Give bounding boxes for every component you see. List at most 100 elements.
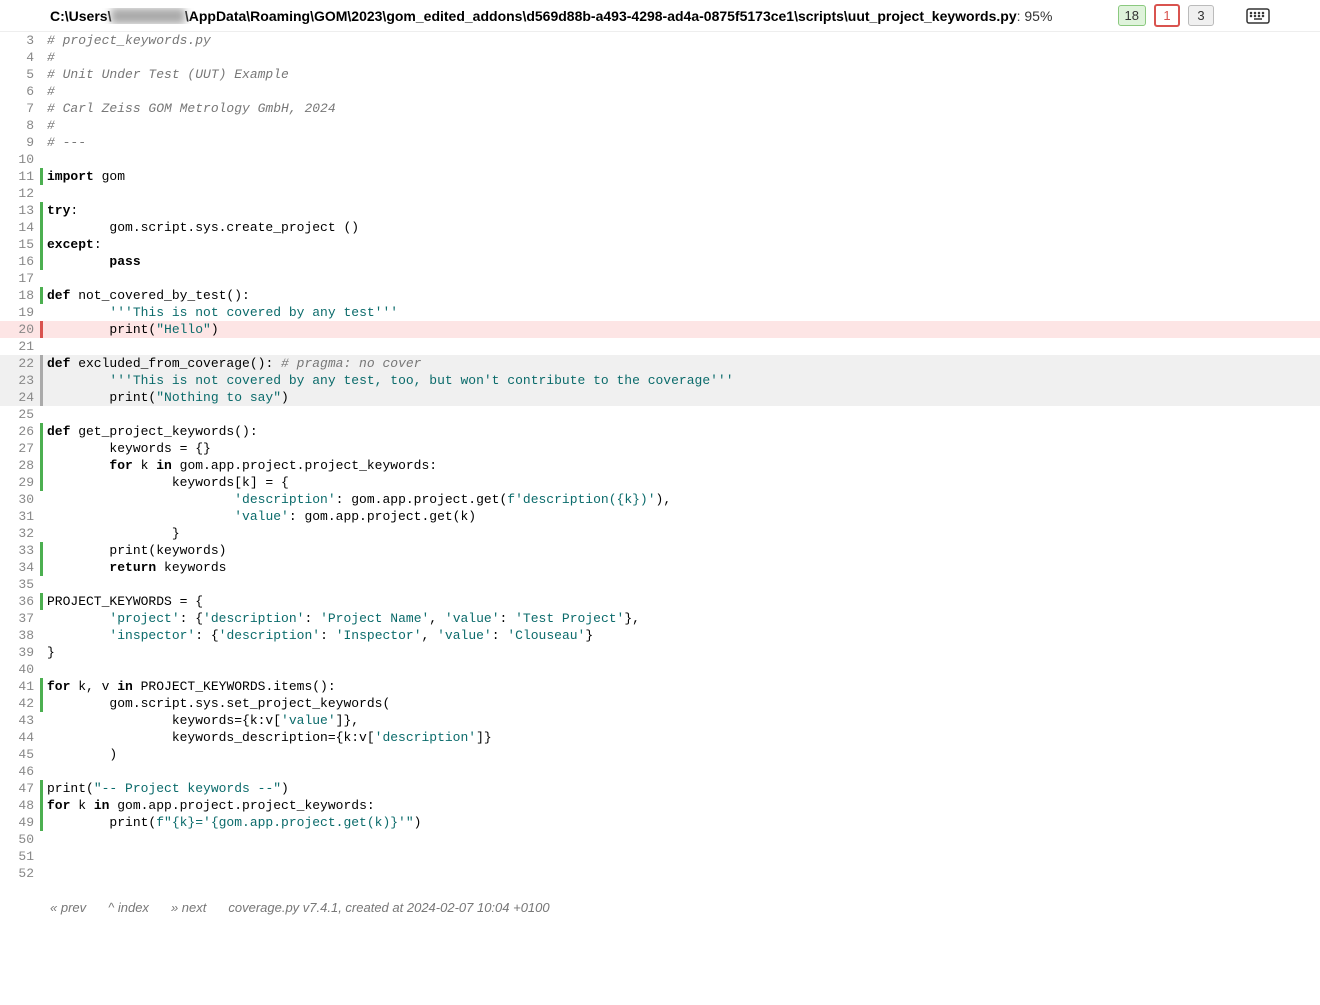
line-number[interactable]: 50 [0, 831, 40, 848]
line-number[interactable]: 43 [0, 712, 40, 729]
line-number[interactable]: 3 [0, 32, 40, 49]
line-number[interactable]: 21 [0, 338, 40, 355]
line-number[interactable]: 44 [0, 729, 40, 746]
line-number[interactable]: 4 [0, 49, 40, 66]
line-number[interactable]: 30 [0, 491, 40, 508]
code-text: try: [43, 202, 1320, 219]
code-line: 4# [0, 49, 1320, 66]
line-number[interactable]: 9 [0, 134, 40, 151]
code-line: 32 } [0, 525, 1320, 542]
line-number[interactable]: 36 [0, 593, 40, 610]
code-line: 15except: [0, 236, 1320, 253]
code-line: 19 '''This is not covered by any test''' [0, 304, 1320, 321]
line-number[interactable]: 51 [0, 848, 40, 865]
code-line: 25 [0, 406, 1320, 423]
line-number[interactable]: 5 [0, 66, 40, 83]
index-link[interactable]: ^ index [108, 900, 149, 915]
line-number[interactable]: 52 [0, 865, 40, 882]
line-number[interactable]: 49 [0, 814, 40, 831]
line-number[interactable]: 25 [0, 406, 40, 423]
line-number[interactable]: 47 [0, 780, 40, 797]
code-text: def excluded_from_coverage(): # pragma: … [43, 355, 1320, 372]
line-number[interactable]: 8 [0, 117, 40, 134]
line-number[interactable]: 20 [0, 321, 40, 338]
code-line: 5# Unit Under Test (UUT) Example [0, 66, 1320, 83]
line-number[interactable]: 12 [0, 185, 40, 202]
code-line: 12 [0, 185, 1320, 202]
line-number[interactable]: 28 [0, 457, 40, 474]
file-path: C:\Users\XXXXXXX\AppData\Roaming\GOM\202… [50, 8, 1110, 24]
code-text: print(f"{k}='{gom.app.project.get(k)}'") [43, 814, 1320, 831]
code-text [43, 576, 1320, 593]
code-line: 46 [0, 763, 1320, 780]
line-number[interactable]: 37 [0, 610, 40, 627]
line-number[interactable]: 41 [0, 678, 40, 695]
line-number[interactable]: 22 [0, 355, 40, 372]
code-text: # --- [43, 134, 1320, 151]
keyboard-icon[interactable] [1246, 7, 1270, 25]
stat-excluded-count[interactable]: 3 [1188, 5, 1214, 26]
line-number[interactable]: 48 [0, 797, 40, 814]
code-line: 17 [0, 270, 1320, 287]
line-number[interactable]: 31 [0, 508, 40, 525]
code-line: 41for k, v in PROJECT_KEYWORDS.items(): [0, 678, 1320, 695]
code-line: 39} [0, 644, 1320, 661]
code-line: 44 keywords_description={k:v['descriptio… [0, 729, 1320, 746]
line-number[interactable]: 23 [0, 372, 40, 389]
code-text: ) [43, 746, 1320, 763]
code-text: '''This is not covered by any test''' [43, 304, 1320, 321]
line-number[interactable]: 39 [0, 644, 40, 661]
line-number[interactable]: 33 [0, 542, 40, 559]
code-line: 3# project_keywords.py [0, 32, 1320, 49]
line-number[interactable]: 46 [0, 763, 40, 780]
code-text: print("-- Project keywords --") [43, 780, 1320, 797]
line-number[interactable]: 24 [0, 389, 40, 406]
line-number[interactable]: 42 [0, 695, 40, 712]
code-text: except: [43, 236, 1320, 253]
code-text [43, 848, 1320, 865]
code-text: # [43, 83, 1320, 100]
code-text [43, 763, 1320, 780]
code-line: 33 print(keywords) [0, 542, 1320, 559]
line-number[interactable]: 40 [0, 661, 40, 678]
next-link[interactable]: » next [171, 900, 206, 915]
code-line: 30 'description': gom.app.project.get(f'… [0, 491, 1320, 508]
line-number[interactable]: 29 [0, 474, 40, 491]
code-line: 28 for k in gom.app.project.project_keyw… [0, 457, 1320, 474]
code-text: keywords_description={k:v['description']… [43, 729, 1320, 746]
generator-info: coverage.py v7.4.1, created at 2024-02-0… [228, 900, 549, 915]
line-number[interactable]: 34 [0, 559, 40, 576]
code-text: } [43, 525, 1320, 542]
line-number[interactable]: 38 [0, 627, 40, 644]
line-number[interactable]: 13 [0, 202, 40, 219]
code-line: 8# [0, 117, 1320, 134]
line-number[interactable]: 11 [0, 168, 40, 185]
code-text: # [43, 49, 1320, 66]
code-line: 11import gom [0, 168, 1320, 185]
line-number[interactable]: 19 [0, 304, 40, 321]
line-number[interactable]: 27 [0, 440, 40, 457]
line-number[interactable]: 26 [0, 423, 40, 440]
line-number[interactable]: 32 [0, 525, 40, 542]
line-number[interactable]: 16 [0, 253, 40, 270]
code-line: 29 keywords[k] = { [0, 474, 1320, 491]
line-number[interactable]: 18 [0, 287, 40, 304]
line-number[interactable]: 15 [0, 236, 40, 253]
prev-link[interactable]: « prev [50, 900, 86, 915]
line-number[interactable]: 14 [0, 219, 40, 236]
line-number[interactable]: 6 [0, 83, 40, 100]
stat-run-count[interactable]: 18 [1118, 5, 1146, 26]
code-line: 49 print(f"{k}='{gom.app.project.get(k)}… [0, 814, 1320, 831]
line-number[interactable]: 17 [0, 270, 40, 287]
code-text [43, 185, 1320, 202]
code-text: for k in gom.app.project.project_keyword… [43, 457, 1320, 474]
line-number[interactable]: 7 [0, 100, 40, 117]
stat-miss-count[interactable]: 1 [1154, 4, 1180, 27]
line-number[interactable]: 10 [0, 151, 40, 168]
code-line: 35 [0, 576, 1320, 593]
line-number[interactable]: 35 [0, 576, 40, 593]
line-number[interactable]: 45 [0, 746, 40, 763]
code-line: 37 'project': {'description': 'Project N… [0, 610, 1320, 627]
code-line: 6# [0, 83, 1320, 100]
code-line: 36PROJECT_KEYWORDS = { [0, 593, 1320, 610]
